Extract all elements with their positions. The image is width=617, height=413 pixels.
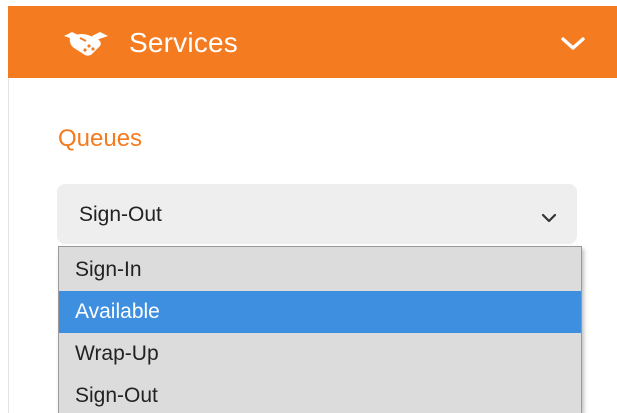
- handshake-icon: [62, 28, 110, 58]
- option-available[interactable]: Available: [59, 291, 581, 333]
- option-sign-out[interactable]: Sign-Out: [59, 375, 581, 413]
- panel-border: [8, 78, 9, 413]
- services-panel: Services Queues Sign-Out Sign-In Availab…: [0, 0, 617, 413]
- services-title: Services: [129, 27, 238, 58]
- queue-status-select[interactable]: Sign-Out: [57, 184, 577, 244]
- collapse-chevron-icon[interactable]: [559, 34, 587, 54]
- queue-status-selected-value: Sign-Out: [79, 203, 162, 226]
- services-header[interactable]: Services: [8, 6, 617, 78]
- option-sign-in[interactable]: Sign-In: [59, 249, 581, 291]
- option-wrap-up[interactable]: Wrap-Up: [59, 333, 581, 375]
- queue-status-dropdown: Sign-In Available Wrap-Up Sign-Out: [58, 246, 582, 413]
- queues-heading: Queues: [58, 125, 143, 152]
- chevron-down-icon[interactable]: [541, 210, 557, 223]
